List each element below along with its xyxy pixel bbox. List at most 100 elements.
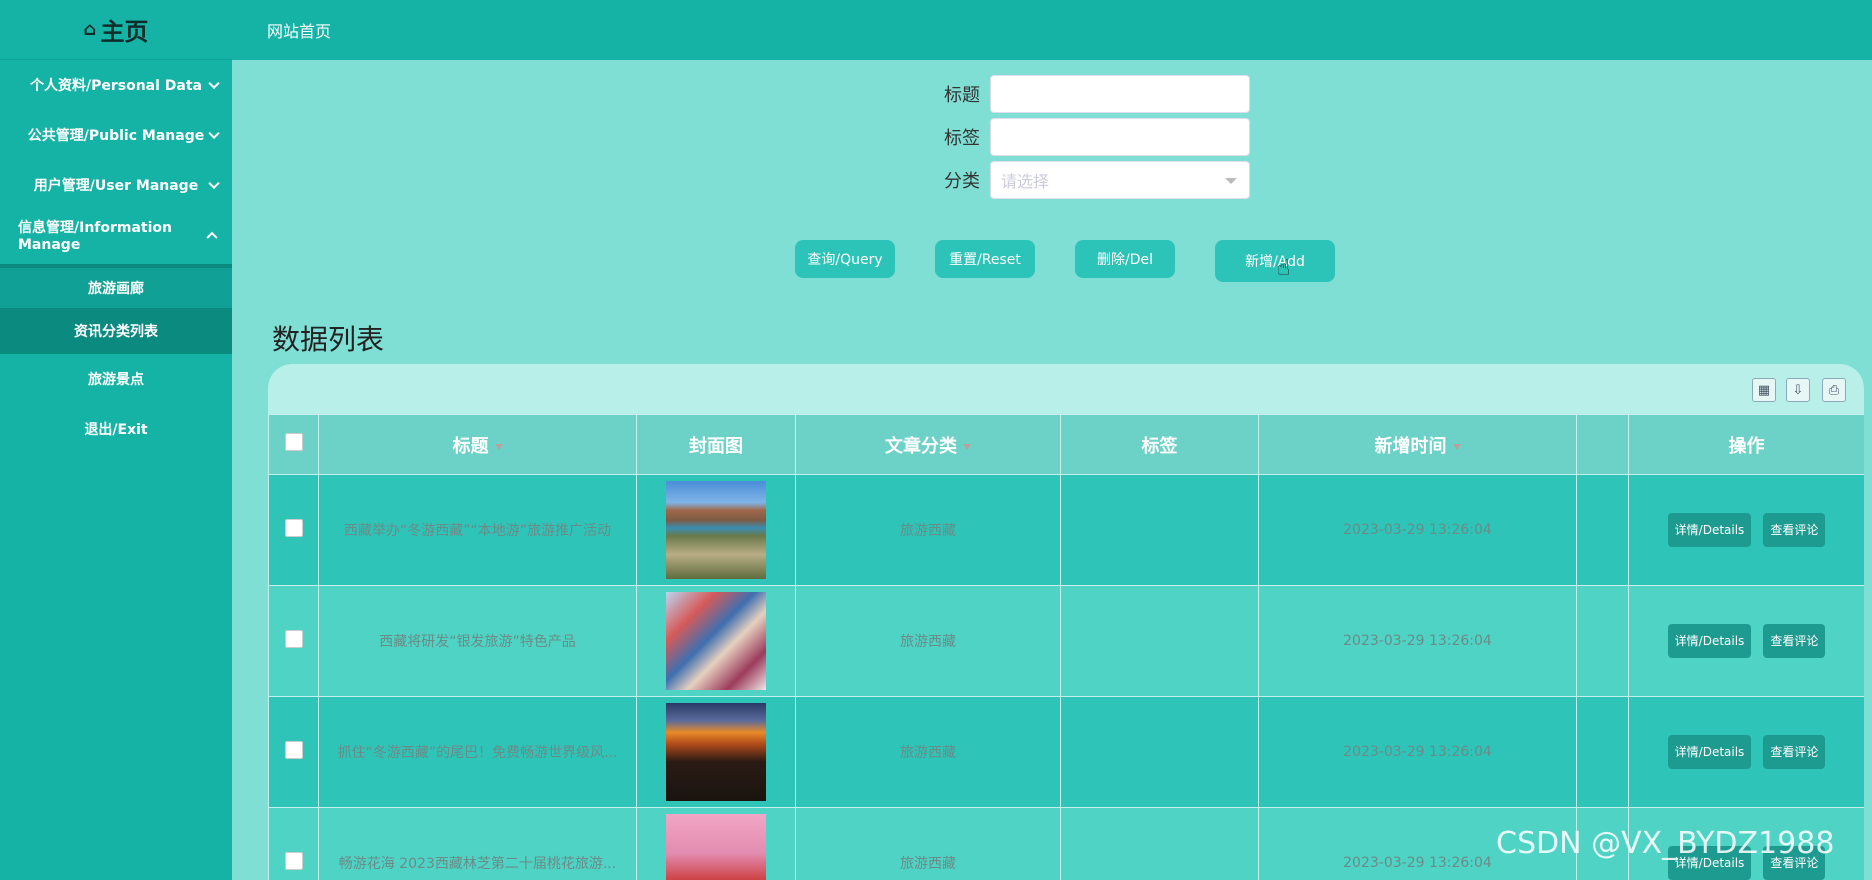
column-header-label: 文章分类	[885, 435, 957, 457]
row-select-cell	[268, 585, 319, 697]
add-button[interactable]: 新增/Add	[1215, 240, 1335, 282]
table-row: 西藏举办“冬游西藏”“本地游”旅游推广活动 旅游西藏 2023-03-29 13…	[268, 474, 1864, 586]
columns-icon[interactable]: ▦	[1752, 378, 1776, 402]
column-header-cover: 封面图	[636, 414, 796, 475]
row-cover-cell	[636, 585, 796, 697]
export-icon[interactable]: ⇩	[1786, 378, 1810, 402]
sidebar-item-label: 个人资料/Personal Data	[29, 78, 203, 94]
row-select-cell	[268, 696, 319, 808]
sidebar-item-label: 用户管理/User Manage	[33, 178, 199, 194]
chevron-down-icon	[208, 127, 220, 140]
cover-image	[666, 592, 766, 690]
sidebar-item-label: 退出/Exit	[84, 422, 148, 438]
sidebar-item-label: 旅游景点	[88, 372, 144, 388]
view-comments-button[interactable]: 查看评论	[1763, 513, 1826, 547]
query-button[interactable]: 查询/Query	[795, 240, 895, 278]
sort-icon[interactable]	[963, 443, 971, 450]
category-select[interactable]: 请选择	[990, 161, 1250, 199]
sidebar-item-public-manage[interactable]: 公共管理/Public Manage	[0, 110, 232, 160]
sort-icon[interactable]	[1452, 443, 1461, 450]
cover-image	[666, 814, 766, 880]
sidebar-subitem-label: 旅游画廊	[88, 281, 144, 297]
row-title: 抓住“冬游西藏”的尾巴！免费畅游世界级风...	[318, 696, 637, 808]
column-header-label: 标签	[1141, 435, 1178, 457]
top-header: 网站首页	[232, 0, 1872, 60]
column-header-title[interactable]: 标题	[318, 414, 637, 475]
row-title: 西藏举办“冬游西藏”“本地游”旅游推广活动	[318, 474, 637, 586]
sidebar-subitem-news-category[interactable]: 资讯分类列表	[0, 308, 232, 354]
column-header-empty	[1576, 414, 1629, 475]
search-category-row: 分类 请选择	[920, 161, 1250, 199]
header-home-link[interactable]: 网站首页	[267, 18, 331, 42]
row-checkbox[interactable]	[284, 519, 303, 537]
row-checkbox[interactable]	[284, 630, 303, 648]
row-select-cell	[268, 474, 319, 586]
title-label: 标题	[944, 85, 980, 106]
row-cover-cell	[636, 696, 796, 808]
column-header-time[interactable]: 新增时间	[1258, 414, 1577, 475]
tag-label: 标签	[944, 128, 980, 149]
print-icon[interactable]: ⎙	[1822, 378, 1846, 402]
cover-image	[666, 703, 766, 801]
title-input[interactable]	[990, 75, 1250, 113]
row-tag	[1060, 696, 1259, 808]
sidebar-item-label: 信息管理/Information Manage	[18, 220, 173, 253]
sidebar-item-information-manage[interactable]: 信息管理/Information Manage	[0, 210, 232, 260]
row-category: 旅游西藏	[795, 585, 1061, 697]
table-row: 西藏将研发“银发旅游”特色产品 旅游西藏 2023-03-29 13:26:04…	[268, 585, 1864, 697]
view-comments-button[interactable]: 查看评论	[1763, 735, 1826, 769]
row-time: 2023-03-29 13:26:04	[1258, 585, 1577, 697]
sidebar-item-label: 公共管理/Public Manage	[27, 128, 205, 144]
row-category: 旅游西藏	[795, 474, 1061, 586]
row-empty-cell	[1576, 474, 1629, 586]
caret-down-icon	[1225, 178, 1237, 184]
details-button[interactable]: 详情/Details	[1667, 624, 1752, 658]
sidebar-item-personal-data[interactable]: 个人资料/Personal Data	[0, 60, 232, 110]
row-title: 畅游花海 2023西藏林芝第二十届桃花旅游...	[318, 807, 637, 880]
view-comments-button[interactable]: 查看评论	[1763, 624, 1826, 658]
column-header-tag: 标签	[1060, 414, 1259, 475]
data-table-panel: ▦ ⇩ ⎙ 标题 封面图 文章分类 标签 新增时间 操作 西藏举办“冬游西藏”“…	[268, 364, 1864, 880]
cover-image	[666, 481, 766, 579]
reset-button[interactable]: 重置/Reset	[935, 240, 1035, 278]
row-cover-cell	[636, 807, 796, 880]
sidebar-item-exit[interactable]: 退出/Exit	[0, 404, 232, 454]
sidebar-item-user-manage[interactable]: 用户管理/User Manage	[0, 160, 232, 210]
row-checkbox[interactable]	[284, 852, 303, 870]
row-cover-cell	[636, 474, 796, 586]
tag-input[interactable]	[990, 118, 1250, 156]
select-all-cell	[268, 414, 319, 475]
search-title-row: 标题	[920, 75, 1250, 113]
search-tag-row: 标签	[920, 118, 1250, 156]
sort-icon[interactable]	[494, 443, 503, 450]
chevron-down-icon	[208, 77, 220, 90]
category-label: 分类	[944, 171, 980, 192]
column-header-category[interactable]: 文章分类	[795, 414, 1061, 475]
category-placeholder: 请选择	[1001, 172, 1050, 191]
sidebar: ⌂ 主页 个人资料/Personal Data 公共管理/Public Mana…	[0, 0, 232, 880]
details-button[interactable]: 详情/Details	[1667, 513, 1752, 547]
row-checkbox[interactable]	[284, 741, 303, 759]
sidebar-item-attractions[interactable]: 旅游景点	[0, 354, 232, 404]
row-tag	[1060, 807, 1259, 880]
row-actions: 详情/Details 查看评论	[1628, 585, 1864, 697]
column-header-actions: 操作	[1628, 414, 1864, 475]
sidebar-subitem-gallery[interactable]: 旅游画廊	[0, 268, 232, 308]
row-time: 2023-03-29 13:26:04	[1258, 474, 1577, 586]
chevron-down-icon	[208, 177, 220, 190]
delete-button[interactable]: 删除/Del	[1075, 240, 1175, 278]
home-icon: ⌂	[83, 19, 97, 40]
row-empty-cell	[1576, 696, 1629, 808]
column-header-label: 新增时间	[1374, 435, 1447, 457]
select-all-checkbox[interactable]	[284, 433, 303, 451]
sidebar-brand-label: 主页	[100, 18, 149, 46]
sidebar-submenu: 旅游画廊 资讯分类列表	[0, 264, 232, 354]
list-title: 数据列表	[272, 323, 385, 356]
row-select-cell	[268, 807, 319, 880]
row-tag	[1060, 585, 1259, 697]
details-button[interactable]: 详情/Details	[1667, 735, 1752, 769]
row-time: 2023-03-29 13:26:04	[1258, 696, 1577, 808]
hand-cursor-icon: ☝	[1277, 256, 1291, 281]
sidebar-brand[interactable]: ⌂ 主页	[0, 0, 232, 60]
row-category: 旅游西藏	[795, 696, 1061, 808]
